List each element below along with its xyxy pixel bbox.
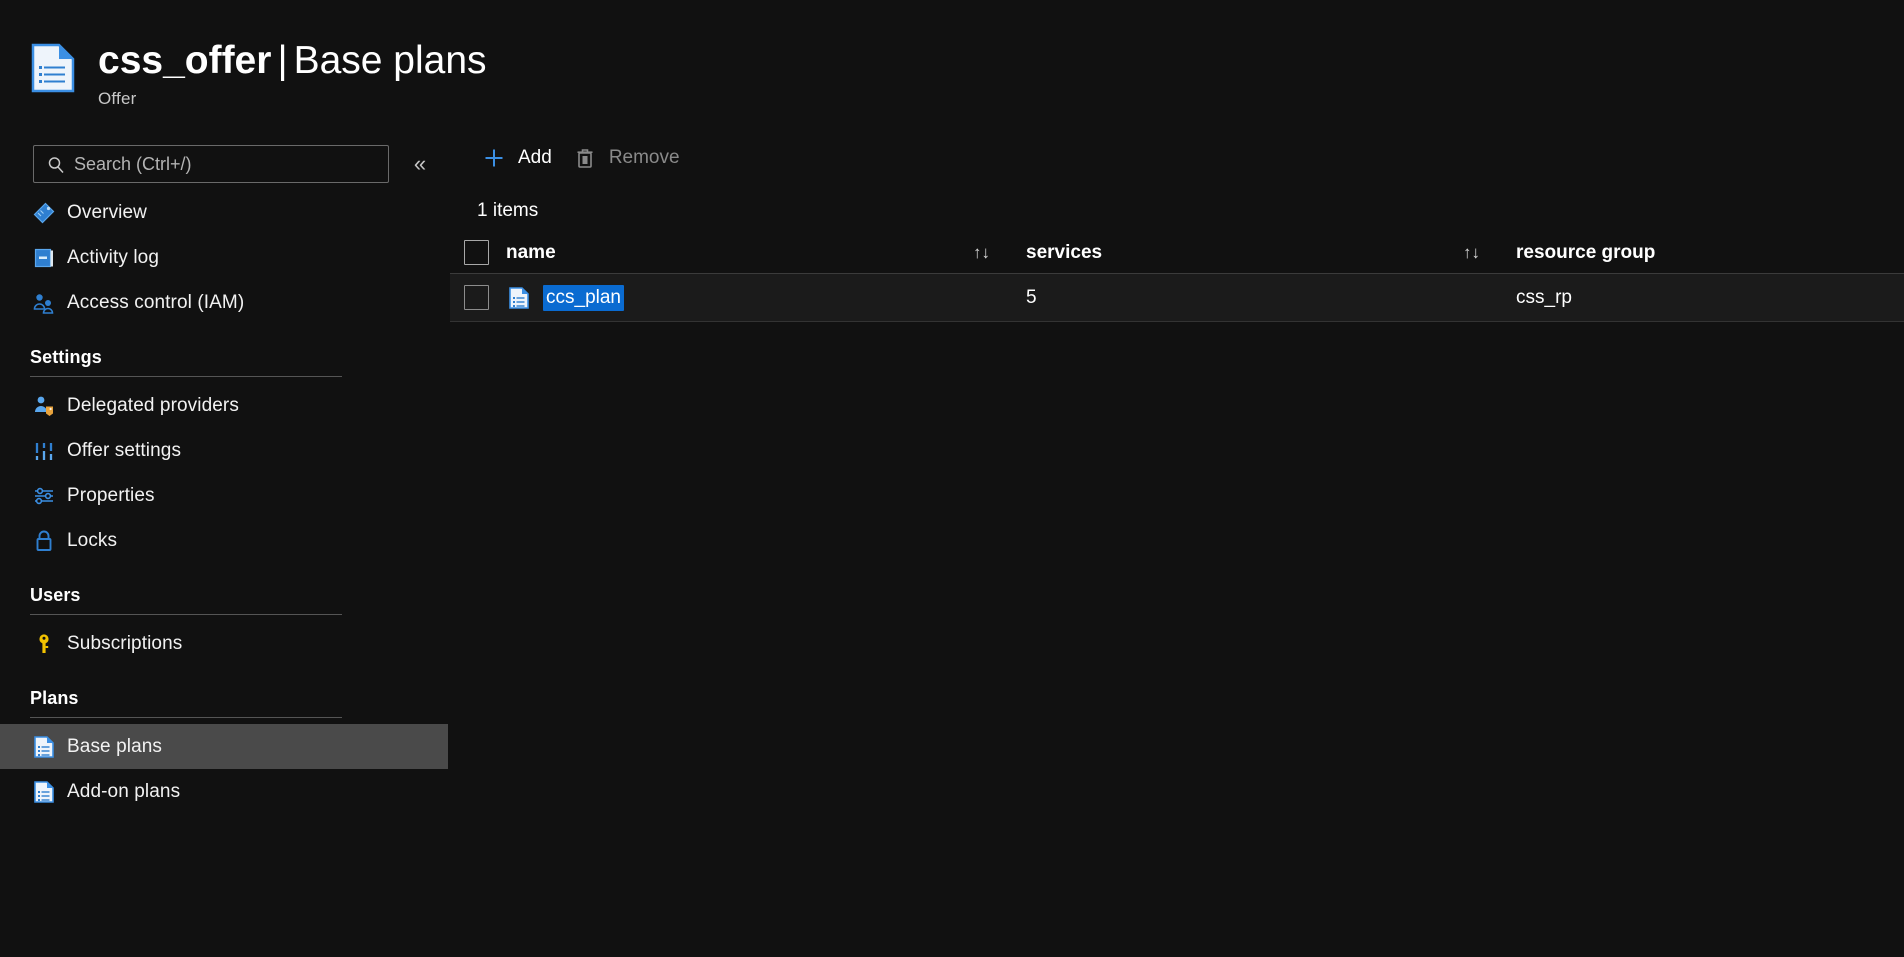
items-count-label: 1 items [477, 200, 538, 222]
column-label: name [506, 242, 556, 264]
sort-name-icon[interactable]: ↑↓ [973, 243, 990, 263]
column-header-name[interactable]: name ↑↓ [506, 242, 1026, 264]
page-name: Base plans [294, 39, 487, 82]
search-input[interactable] [34, 146, 388, 182]
blade-content: Add Remove 1 items name [450, 128, 1904, 957]
sidebar-item-add-on-plans[interactable]: Add-on plans [0, 769, 450, 814]
sidebar-item-base-plans[interactable]: Base plans [0, 724, 448, 769]
sidebar-item-access-control[interactable]: Access control (IAM) [0, 280, 450, 325]
sidebar-item-offer-settings[interactable]: Offer settings [0, 428, 450, 473]
table-row[interactable]: ccs_plan 5 css_rp [450, 274, 1904, 322]
services-count: 5 [1026, 287, 1037, 309]
row-checkbox[interactable] [464, 285, 489, 310]
sidebar-item-overview[interactable]: Overview [0, 190, 450, 235]
sidebar-item-label: Access control (IAM) [67, 292, 244, 314]
tag-icon [30, 200, 58, 226]
sidebar-item-label: Locks [67, 530, 117, 552]
remove-button-label: Remove [609, 147, 680, 169]
select-all-checkbox[interactable] [464, 240, 489, 265]
book-icon [30, 245, 58, 271]
group-divider [30, 614, 342, 615]
resource-name: css_offer [98, 39, 271, 82]
sidebar-item-label: Activity log [67, 247, 159, 269]
sort-services-icon[interactable]: ↑↓ [1463, 243, 1480, 263]
sidebar-item-properties[interactable]: Properties [0, 473, 450, 518]
sidebar-item-locks[interactable]: Locks [0, 518, 450, 563]
group-divider [30, 717, 342, 718]
title-separator: | [271, 39, 293, 82]
search-icon [47, 156, 65, 174]
column-header-resource-group[interactable]: resource group [1516, 242, 1904, 264]
plan-name-link[interactable]: ccs_plan [543, 285, 624, 311]
sidebar-item-activity-log[interactable]: Activity log [0, 235, 450, 280]
sidebar-item-delegated-providers[interactable]: Delegated providers [0, 383, 450, 428]
sidebar-group-title: Settings [0, 347, 450, 368]
page-title: css_offer|Base plans [98, 38, 487, 84]
sidebar-item-label: Properties [67, 485, 155, 507]
sidebar-item-subscriptions[interactable]: Subscriptions [0, 621, 450, 666]
key-icon [30, 631, 58, 657]
sidebar-group-plans: Plans Base p [0, 688, 450, 814]
table-header-row: name ↑↓ services ↑↓ resource group [450, 232, 1904, 274]
sidebar-group-title: Plans [0, 688, 450, 709]
lock-icon [30, 528, 58, 554]
page-subtitle: Offer [98, 89, 487, 109]
search-box[interactable] [33, 145, 389, 183]
plan-document-icon [30, 734, 58, 760]
sidebar-item-label: Subscriptions [67, 633, 182, 655]
people-icon [30, 290, 58, 316]
blade-header: css_offer|Base plans Offer [0, 0, 1904, 128]
azure-portal-blade: css_offer|Base plans Offer « [0, 0, 1904, 957]
blade-sidebar: « Overview [0, 128, 450, 957]
column-label: resource group [1516, 242, 1655, 264]
plans-table: name ↑↓ services ↑↓ resource group [450, 232, 1904, 322]
column-header-services[interactable]: services ↑↓ [1026, 242, 1516, 264]
cell-services: 5 [1026, 287, 1516, 309]
sidebar-item-label: Delegated providers [67, 395, 239, 417]
offer-document-icon [30, 42, 76, 94]
plan-document-icon [30, 779, 58, 805]
add-button[interactable]: Add [475, 140, 566, 176]
resource-group-name: css_rp [1516, 287, 1572, 309]
sidebar-item-label: Base plans [67, 736, 162, 758]
sidebar-group-settings: Settings Delegated providers [0, 347, 450, 563]
plan-document-icon [506, 285, 532, 311]
remove-button[interactable]: Remove [566, 140, 694, 176]
sidebar-item-label: Add-on plans [67, 781, 180, 803]
plus-icon [479, 146, 509, 170]
sidebar-group-title: Users [0, 585, 450, 606]
collapse-sidebar-button[interactable]: « [404, 148, 436, 180]
sidebar-item-label: Offer settings [67, 440, 181, 462]
trash-icon [570, 146, 600, 170]
search-row [33, 145, 389, 183]
column-label: services [1026, 242, 1102, 264]
sidebar-group-users: Users Subscriptions [0, 585, 450, 666]
add-button-label: Add [518, 147, 552, 169]
sidebar-item-label: Overview [67, 202, 147, 224]
command-bar: Add Remove [450, 128, 694, 188]
sliders-horizontal-icon [30, 483, 58, 509]
person-tag-icon [30, 393, 58, 419]
sidebar-nav: Overview Activity log [0, 190, 450, 814]
cell-resource-group: css_rp [1516, 287, 1904, 309]
sliders-vertical-icon [30, 438, 58, 464]
page-title-block: css_offer|Base plans Offer [98, 38, 487, 109]
cell-name[interactable]: ccs_plan [506, 285, 1026, 311]
group-divider [30, 376, 342, 377]
